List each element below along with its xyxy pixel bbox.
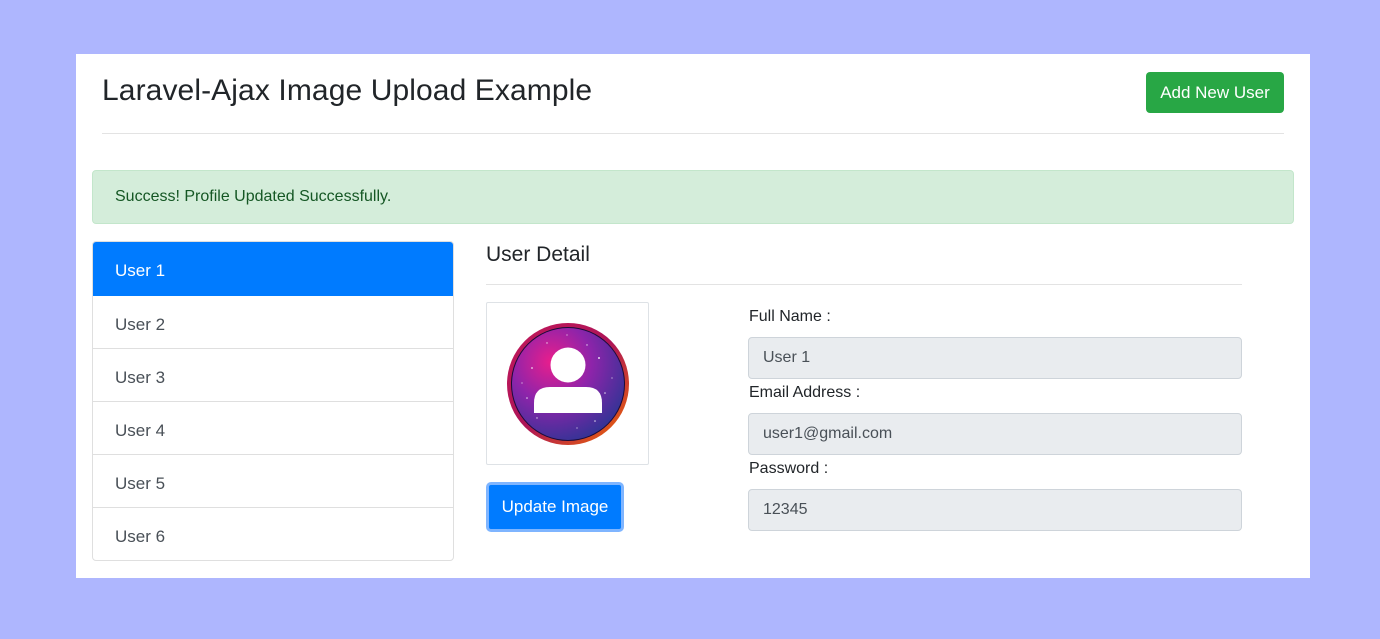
- user-list-item-6[interactable]: User 6: [93, 508, 453, 560]
- user-list-item-5[interactable]: User 5: [93, 455, 453, 508]
- email-address-label: Email Address :: [749, 384, 861, 401]
- full-name-field[interactable]: [748, 337, 1242, 379]
- full-name-label: Full Name :: [749, 308, 831, 325]
- email-field[interactable]: [748, 413, 1242, 455]
- user-list-item-4[interactable]: User 4: [93, 402, 453, 455]
- user-list-item-3[interactable]: User 3: [93, 349, 453, 402]
- page-title: Laravel-Ajax Image Upload Example: [102, 74, 593, 107]
- user-list-item-1[interactable]: User 1: [93, 242, 453, 296]
- user-detail-title: User Detail: [486, 243, 590, 266]
- user-list: User 1 User 2 User 3 User 4 User 5 User …: [92, 241, 454, 561]
- update-image-button[interactable]: Update Image: [486, 482, 624, 532]
- password-label: Password :: [749, 460, 829, 477]
- alert-message: Success! Profile Updated Successfully.: [115, 188, 392, 205]
- main-card: Laravel-Ajax Image Upload Example Add Ne…: [76, 54, 1310, 578]
- profile-image-frame: [486, 302, 649, 465]
- password-field[interactable]: [748, 489, 1242, 531]
- add-new-user-button[interactable]: Add New User: [1146, 72, 1284, 113]
- page-header: Laravel-Ajax Image Upload Example Add Ne…: [102, 54, 1284, 134]
- success-alert: Success! Profile Updated Successfully.: [92, 170, 1294, 224]
- user-avatar-icon: [507, 323, 629, 445]
- user-list-item-2[interactable]: User 2: [93, 296, 453, 349]
- detail-divider: [486, 284, 1242, 285]
